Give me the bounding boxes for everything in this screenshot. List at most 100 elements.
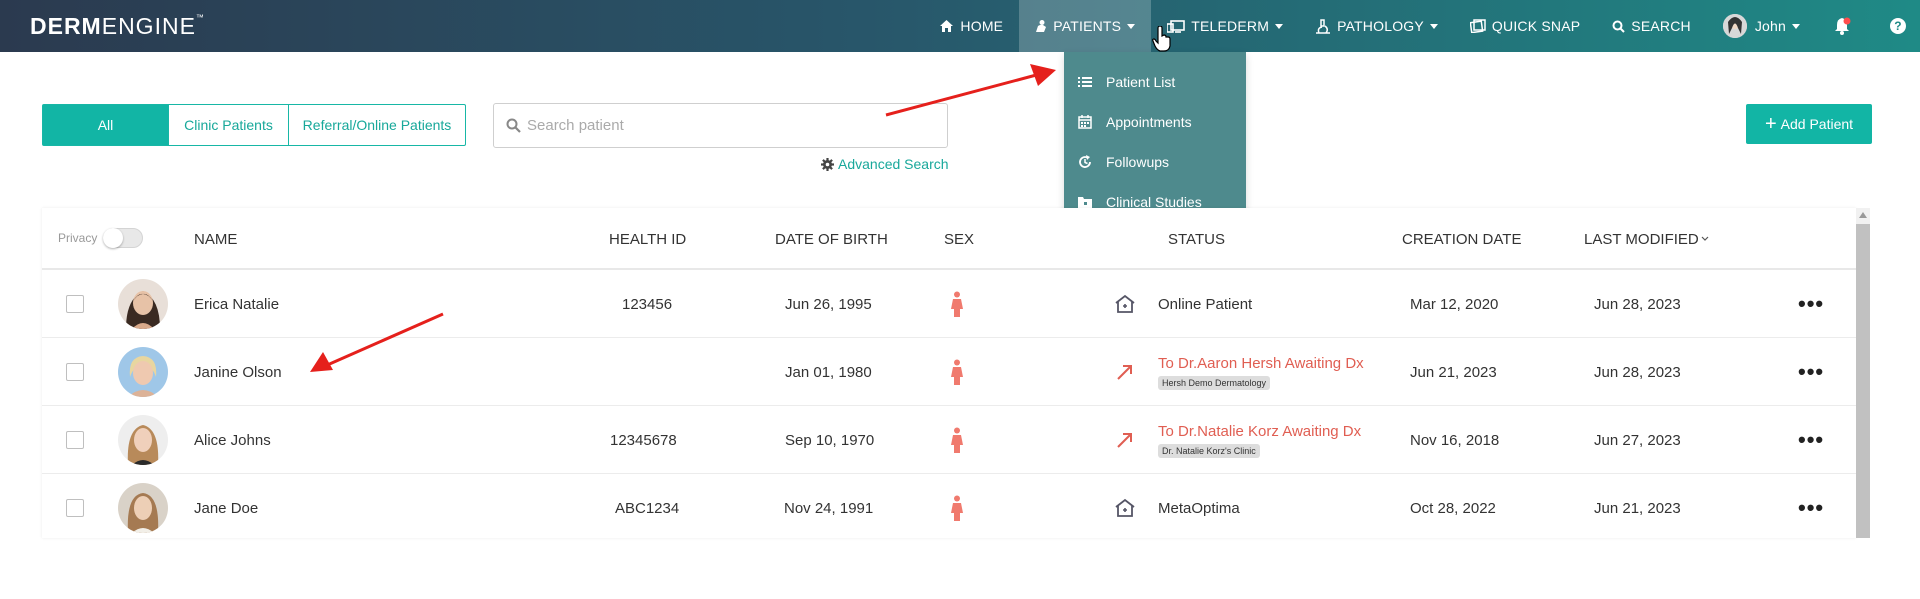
nav-notifications[interactable] <box>1816 0 1874 52</box>
advanced-search-link[interactable]: Advanced Search <box>821 156 949 172</box>
nav-quick-snap-label: QUICK SNAP <box>1491 18 1581 34</box>
patient-name[interactable]: Janine Olson <box>194 338 282 406</box>
referral-arrow-icon <box>1117 365 1132 380</box>
referral-arrow-icon <box>1117 433 1132 448</box>
chevron-down-icon <box>1429 23 1438 29</box>
row-checkbox[interactable] <box>66 499 84 517</box>
menu-item-followups[interactable]: Followups <box>1064 142 1246 182</box>
table-row[interactable]: Alice Johns 12345678 Sep 10, 1970 To Dr.… <box>42 406 1856 474</box>
table-row[interactable]: Janine Olson Jan 01, 1980 To Dr.Aaron He… <box>42 338 1856 406</box>
creation-date: Mar 12, 2020 <box>1410 295 1499 313</box>
followup-icon <box>1079 155 1091 168</box>
patient-name[interactable]: Alice Johns <box>194 406 271 474</box>
top-navbar: DERMENGINE™ HOME PATIENTS TELEDERM PATHO… <box>0 0 1920 52</box>
patients-dropdown-menu: Patient List Appointments Followups Clin… <box>1064 52 1246 228</box>
calendar-icon <box>1078 115 1092 129</box>
nav-user-menu[interactable]: John <box>1707 0 1816 52</box>
header-sex[interactable]: SEX <box>944 208 974 270</box>
nav-telederm[interactable]: TELEDERM <box>1151 0 1299 52</box>
brand-light: ENGINE <box>101 13 196 39</box>
main-nav: HOME PATIENTS TELEDERM PATHOLOGY QUICK S… <box>923 0 1920 52</box>
chevron-down-icon <box>1127 23 1136 29</box>
table-row[interactable]: Jane Doe ABC1234 Nov 24, 1991 MetaOptima… <box>42 474 1856 538</box>
creation-date: Jun 21, 2023 <box>1410 363 1497 381</box>
clinic-badge: Dr. Natalie Korz's Clinic <box>1158 443 1260 458</box>
menu-item-patient-list[interactable]: Patient List <box>1064 62 1246 102</box>
nav-help[interactable]: ? <box>1874 0 1920 52</box>
privacy-toggle-group: Privacy <box>58 228 144 248</box>
health-id: ABC1234 <box>615 499 680 517</box>
header-last-modified[interactable]: LAST MODIFIED <box>1584 208 1709 270</box>
patient-avatar <box>118 279 168 329</box>
date-of-birth: Nov 24, 1991 <box>784 499 874 517</box>
table-row[interactable]: Erica Natalie 123456 Jun 26, 1995 Online… <box>42 270 1856 338</box>
referral-status-link[interactable]: To Dr.Aaron Hersh Awaiting Dx <box>1158 355 1364 372</box>
home-clinic-icon <box>1115 498 1135 517</box>
health-id: 12345678 <box>610 431 677 449</box>
nav-search-label: SEARCH <box>1631 18 1691 34</box>
list-icon <box>1078 77 1092 87</box>
referral-status-link[interactable]: To Dr.Natalie Korz Awaiting Dx <box>1158 423 1361 440</box>
tab-all[interactable]: All <box>43 105 169 145</box>
female-icon <box>951 427 963 453</box>
scroll-up-icon[interactable] <box>1859 212 1867 218</box>
date-of-birth: Jun 26, 1995 <box>785 295 872 313</box>
sort-down-icon <box>1701 236 1709 241</box>
table-header: Privacy NAME HEALTH ID DATE OF BIRTH SEX… <box>42 208 1856 270</box>
menu-item-appointments[interactable]: Appointments <box>1064 102 1246 142</box>
last-modified: Jun 28, 2023 <box>1594 363 1681 381</box>
creation-date: Oct 28, 2022 <box>1410 499 1496 517</box>
scrollbar-thumb[interactable] <box>1856 224 1870 538</box>
add-patient-button[interactable]: + Add Patient <box>1746 104 1872 144</box>
menu-item-label: Followups <box>1106 154 1170 170</box>
menu-item-label: Patient List <box>1106 74 1176 90</box>
add-patient-label: Add Patient <box>1780 116 1854 132</box>
chevron-down-icon <box>1275 23 1284 29</box>
more-options-icon[interactable]: ••• <box>1798 291 1824 317</box>
header-name[interactable]: NAME <box>194 208 237 270</box>
patient-name[interactable]: Jane Doe <box>194 474 258 538</box>
patient-name[interactable]: Erica Natalie <box>194 270 279 338</box>
header-health-id[interactable]: HEALTH ID <box>609 208 686 270</box>
nav-quick-snap[interactable]: QUICK SNAP <box>1454 0 1596 52</box>
privacy-toggle[interactable] <box>103 228 144 248</box>
microscope-icon <box>1316 18 1331 34</box>
more-options-icon[interactable]: ••• <box>1798 427 1824 453</box>
brand-logo[interactable]: DERMENGINE™ <box>30 13 205 40</box>
home-clinic-icon <box>1115 294 1135 313</box>
row-checkbox[interactable] <box>66 431 84 449</box>
header-status[interactable]: STATUS <box>1168 208 1225 270</box>
search-box <box>493 103 948 148</box>
row-checkbox[interactable] <box>66 363 84 381</box>
header-last-modified-label: LAST MODIFIED <box>1584 230 1699 248</box>
header-dob[interactable]: DATE OF BIRTH <box>775 208 888 270</box>
patient-avatar <box>118 415 168 465</box>
telederm-icon <box>1167 20 1186 33</box>
tab-clinic-patients[interactable]: Clinic Patients <box>169 105 289 145</box>
home-icon <box>940 20 954 32</box>
search-patient-input[interactable] <box>527 117 927 134</box>
search-icon <box>1612 20 1625 33</box>
female-icon <box>951 291 963 317</box>
nav-home-label: HOME <box>960 18 1004 34</box>
user-avatar <box>1722 14 1747 38</box>
row-checkbox[interactable] <box>66 295 84 313</box>
nav-home[interactable]: HOME <box>923 0 1019 52</box>
advanced-search-label: Advanced Search <box>838 156 949 172</box>
nav-search[interactable]: SEARCH <box>1596 0 1707 52</box>
nav-pathology[interactable]: PATHOLOGY <box>1299 0 1454 52</box>
search-icon <box>506 118 521 133</box>
nav-patients-label: PATIENTS <box>1053 18 1122 34</box>
more-options-icon[interactable]: ••• <box>1798 495 1824 521</box>
header-creation-date[interactable]: CREATION DATE <box>1402 208 1521 270</box>
nav-pathology-label: PATHOLOGY <box>1337 18 1424 34</box>
more-options-icon[interactable]: ••• <box>1798 359 1824 385</box>
privacy-label: Privacy <box>58 231 98 245</box>
table-scrollbar[interactable] <box>1856 208 1870 538</box>
brand-bold: DERM <box>30 13 102 39</box>
date-of-birth: Sep 10, 1970 <box>785 431 875 449</box>
nav-patients[interactable]: PATIENTS <box>1019 0 1152 52</box>
brand-tm: ™ <box>195 13 205 22</box>
patient-status: MetaOptima <box>1158 499 1240 517</box>
tab-referral-online-patients[interactable]: Referral/Online Patients <box>289 105 465 145</box>
